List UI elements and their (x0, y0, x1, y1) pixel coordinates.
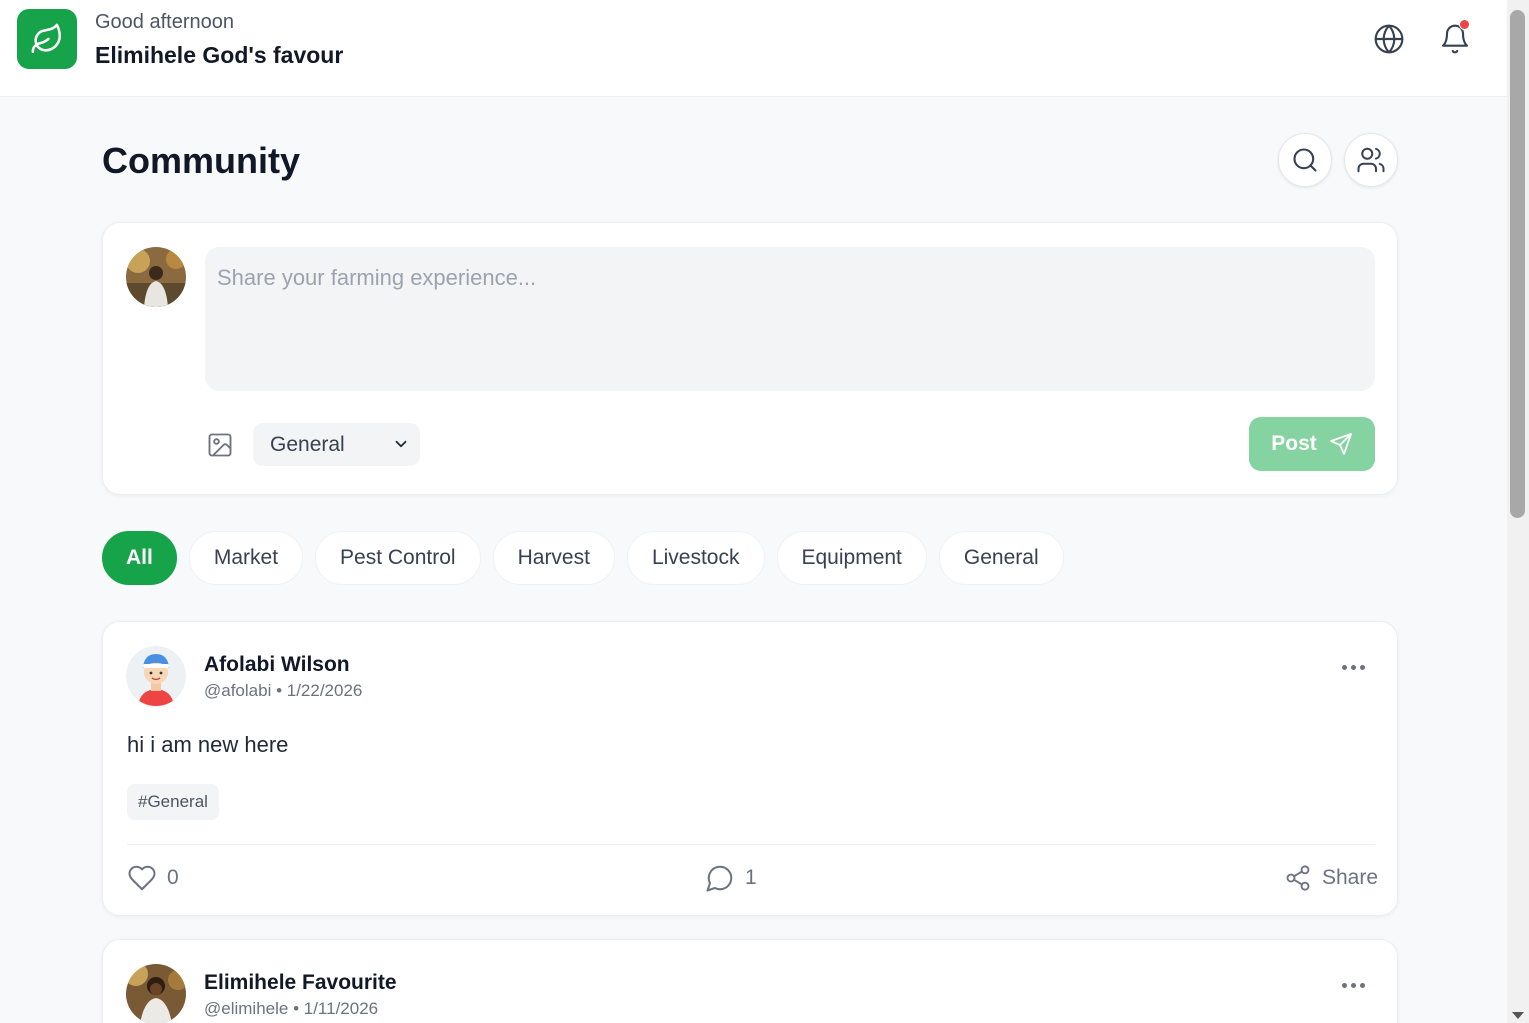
post-body: hi i am new here (127, 732, 289, 757)
share-label: Share (1322, 866, 1379, 889)
filter-chip-harvest[interactable]: Harvest (492, 531, 615, 585)
post-button-label: Post (1271, 432, 1317, 455)
post-card: Elimihele Favourite @elimihele • 1/11/20… (102, 939, 1398, 1023)
top-bar: Good afternoon Elimihele God's favour (0, 0, 1507, 97)
heart-icon (128, 865, 156, 891)
greeting-text: Good afternoon (95, 11, 234, 33)
share-button[interactable]: Share (1284, 863, 1378, 893)
notification-bell-icon[interactable] (1436, 19, 1474, 58)
user-name: Elimihele God's favour (95, 42, 344, 68)
filter-chip-market[interactable]: Market (188, 531, 304, 585)
post-composer: General Post (102, 222, 1398, 495)
search-button[interactable] (1278, 133, 1332, 187)
post-author-name[interactable]: Elimihele Favourite (204, 971, 397, 995)
post-meta: @afolabi • 1/22/2026 (204, 681, 363, 700)
leaf-logo-icon[interactable] (17, 9, 77, 69)
comment-button[interactable]: 1 (705, 863, 757, 893)
chevron-down-icon (395, 440, 407, 448)
post-meta: @elimihele • 1/11/2026 (204, 999, 379, 1018)
share-icon (1286, 865, 1310, 891)
more-options-icon[interactable] (1342, 977, 1365, 994)
members-button[interactable] (1344, 133, 1398, 187)
author-avatar[interactable] (126, 964, 186, 1023)
send-icon (1329, 433, 1352, 455)
comment-count: 1 (745, 866, 757, 889)
filter-chip-livestock[interactable]: Livestock (626, 531, 765, 585)
current-user-avatar (126, 247, 186, 307)
globe-icon[interactable] (1370, 20, 1408, 58)
category-select[interactable]: General (253, 423, 420, 466)
image-icon (208, 433, 232, 457)
category-filter-bar: All Market Pest Control Harvest Livestoc… (102, 531, 1064, 585)
comment-icon (706, 865, 733, 892)
like-count: 0 (167, 866, 179, 889)
post-content-input[interactable] (205, 247, 1375, 391)
post-button[interactable]: Post (1249, 417, 1375, 471)
filter-chip-pest-control[interactable]: Pest Control (315, 531, 481, 585)
users-icon (1357, 147, 1385, 173)
author-avatar[interactable] (126, 646, 186, 706)
scroll-down-arrow-icon[interactable] (1512, 1012, 1524, 1019)
category-select-value: General (270, 432, 345, 456)
filter-chip-equipment[interactable]: Equipment (776, 531, 927, 585)
attach-image-button[interactable] (203, 428, 237, 462)
like-button[interactable]: 0 (127, 863, 179, 893)
page-title: Community (102, 140, 300, 181)
post-card: Afolabi Wilson @afolabi • 1/22/2026 hi i… (102, 621, 1398, 916)
scrollbar-thumb[interactable] (1510, 10, 1525, 518)
notification-dot (1459, 19, 1470, 30)
filter-chip-all[interactable]: All (102, 531, 177, 585)
filter-chip-general[interactable]: General (938, 531, 1064, 585)
post-divider (127, 844, 1375, 845)
more-options-icon[interactable] (1342, 659, 1365, 676)
post-tag[interactable]: #General (127, 784, 219, 820)
post-author-name[interactable]: Afolabi Wilson (204, 653, 350, 677)
search-icon (1293, 148, 1317, 172)
page-scrollbar[interactable] (1507, 0, 1529, 1023)
